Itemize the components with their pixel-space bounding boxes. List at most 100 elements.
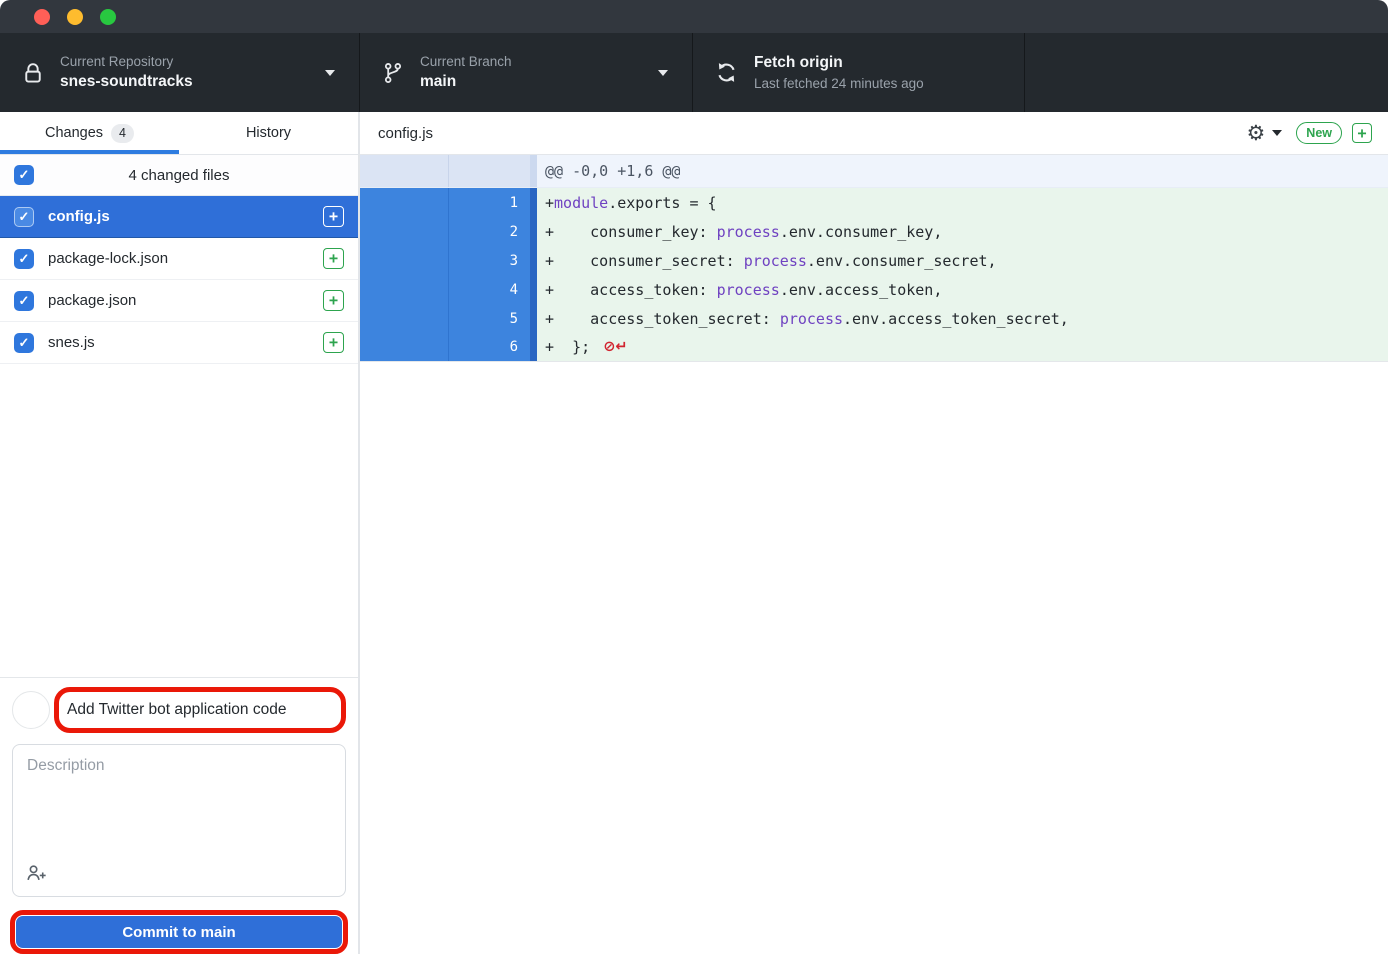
- code-keyword: process: [780, 310, 843, 328]
- commit-button-prefix: Commit to: [122, 924, 200, 941]
- diff-line: 3 + consumer_secret: process.env.consume…: [360, 246, 1388, 275]
- file-list-empty-area: [0, 364, 358, 677]
- line-number: 1: [449, 188, 530, 217]
- code-text: .env.consumer_key,: [780, 223, 943, 241]
- diff-line: 5 + access_token_secret: process.env.acc…: [360, 304, 1388, 333]
- tab-history-label: History: [246, 125, 291, 141]
- new-file-badge: New: [1296, 122, 1342, 144]
- code-keyword: module: [554, 194, 608, 212]
- code-text: + };: [545, 338, 599, 356]
- line-number: 2: [449, 217, 530, 246]
- commit-to-main-button[interactable]: Commit to main: [16, 916, 342, 948]
- file-name: snes.js: [48, 334, 323, 351]
- fetch-origin-button[interactable]: Fetch origin Last fetched 24 minutes ago: [693, 33, 1025, 112]
- file-added-status-icon: +: [323, 206, 344, 227]
- code-text: + consumer_secret:: [545, 252, 744, 270]
- line-number: 6: [449, 333, 530, 361]
- check-icon: ✓: [19, 209, 30, 225]
- hunk-header-row: @@ -0,0 +1,6 @@: [360, 155, 1388, 188]
- avatar: [12, 691, 50, 729]
- tab-history[interactable]: History: [179, 112, 358, 154]
- file-name: config.js: [48, 208, 323, 225]
- code-keyword: process: [744, 252, 807, 270]
- current-branch-button[interactable]: Current Branch main: [360, 33, 693, 112]
- tab-changes[interactable]: Changes 4: [0, 112, 179, 154]
- lock-icon: [22, 60, 44, 86]
- file-row-snes-js[interactable]: ✓ snes.js +: [0, 322, 358, 364]
- commit-description-box: [12, 744, 346, 897]
- gear-icon: ⚙︎: [1246, 123, 1265, 144]
- zoom-window-button[interactable]: [100, 9, 116, 25]
- person-plus-icon: [25, 863, 47, 888]
- check-icon: ✓: [19, 251, 30, 267]
- changed-files-count: 4 changed files: [129, 167, 230, 184]
- code-text: .exports = {: [608, 194, 716, 212]
- no-newline-icon: ⊘↵: [603, 339, 627, 355]
- git-branch-icon: [382, 60, 404, 86]
- toolbar-empty-area: [1025, 33, 1388, 112]
- commit-form: Commit to main: [0, 677, 358, 954]
- diff-line: 4 + access_token: process.env.access_tok…: [360, 275, 1388, 304]
- diff-pane: config.js ⚙︎ New + @@ -0,0 +1,6 @@ 1 +mo…: [360, 112, 1388, 954]
- chevron-down-icon: [658, 70, 668, 76]
- code-text: .env.access_token_secret,: [843, 310, 1069, 328]
- added-file-icon: +: [1352, 123, 1372, 143]
- current-repository-value: snes-soundtracks: [60, 71, 313, 93]
- file-name: package-lock.json: [48, 250, 323, 267]
- hunk-header-text: @@ -0,0 +1,6 @@: [537, 155, 1388, 187]
- check-icon: ✓: [19, 167, 30, 183]
- diff-file-name: config.js: [378, 125, 1246, 142]
- annotation-commit-button-highlight: Commit to main: [10, 910, 348, 954]
- fetch-origin-label: Fetch origin: [754, 52, 1000, 74]
- commit-summary-input[interactable]: [67, 701, 333, 719]
- chevron-down-icon: [1272, 130, 1282, 136]
- code-text: + access_token:: [545, 281, 717, 299]
- file-checkbox[interactable]: ✓: [14, 249, 34, 269]
- current-branch-value: main: [420, 71, 646, 93]
- sidebar-tabs: Changes 4 History: [0, 112, 358, 155]
- code-text: + consumer_key:: [545, 223, 717, 241]
- check-icon: ✓: [19, 293, 30, 309]
- file-checkbox[interactable]: ✓: [14, 207, 34, 227]
- file-checkbox[interactable]: ✓: [14, 333, 34, 353]
- chevron-down-icon: [325, 70, 335, 76]
- code-text: + access_token_secret:: [545, 310, 780, 328]
- changed-files-header: ✓ 4 changed files: [0, 155, 358, 196]
- diff-header: config.js ⚙︎ New +: [360, 112, 1388, 155]
- file-row-package-json[interactable]: ✓ package.json +: [0, 280, 358, 322]
- commit-description-input[interactable]: [13, 745, 345, 863]
- current-repository-button[interactable]: Current Repository snes-soundtracks: [0, 33, 360, 112]
- annotation-summary-highlight: [54, 687, 346, 733]
- check-icon: ✓: [19, 335, 30, 351]
- file-checkbox[interactable]: ✓: [14, 291, 34, 311]
- line-number: 5: [449, 304, 530, 333]
- diff-body: @@ -0,0 +1,6 @@ 1 +module.exports = { 2 …: [360, 155, 1388, 954]
- diff-options-button[interactable]: ⚙︎: [1246, 123, 1282, 144]
- code-text: .env.consumer_secret,: [807, 252, 997, 270]
- changes-sidebar: Changes 4 History ✓ 4 changed files ✓ co…: [0, 112, 360, 954]
- select-all-checkbox[interactable]: ✓: [14, 165, 34, 185]
- line-number: 3: [449, 246, 530, 275]
- file-row-config-js[interactable]: ✓ config.js +: [0, 196, 358, 238]
- current-branch-label: Current Branch: [420, 52, 646, 72]
- changes-count-badge: 4: [111, 124, 134, 143]
- file-name: package.json: [48, 292, 323, 309]
- file-added-status-icon: +: [323, 248, 344, 269]
- minimize-window-button[interactable]: [67, 9, 83, 25]
- commit-button-branch: main: [201, 924, 236, 941]
- file-row-package-lock-json[interactable]: ✓ package-lock.json +: [0, 238, 358, 280]
- code-text: +: [545, 194, 554, 212]
- file-added-status-icon: +: [323, 332, 344, 353]
- add-coauthor-button[interactable]: [25, 863, 47, 888]
- diff-line: 1 +module.exports = {: [360, 188, 1388, 217]
- diff-line: 6 + }; ⊘↵: [360, 333, 1388, 362]
- toolbar: Current Repository snes-soundtracks Curr…: [0, 33, 1388, 112]
- titlebar: [0, 0, 1388, 33]
- code-keyword: process: [717, 281, 780, 299]
- current-repository-label: Current Repository: [60, 52, 313, 72]
- diff-line: 2 + consumer_key: process.env.consumer_k…: [360, 217, 1388, 246]
- file-added-status-icon: +: [323, 290, 344, 311]
- code-text: .env.access_token,: [780, 281, 943, 299]
- app-window: Current Repository snes-soundtracks Curr…: [0, 0, 1388, 954]
- close-window-button[interactable]: [34, 9, 50, 25]
